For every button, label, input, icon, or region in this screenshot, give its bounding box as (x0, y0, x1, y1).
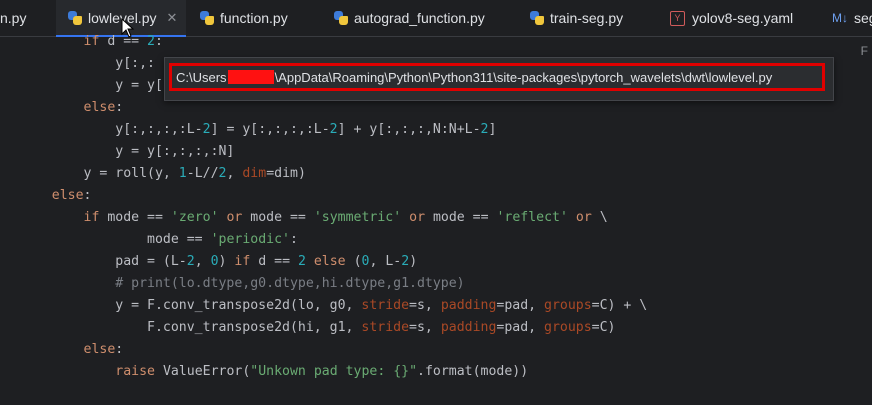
tab-autograd-function-py[interactable]: autograd_function.py (334, 0, 485, 36)
path-suffix: \AppData\Roaming\Python\Python311\site-p… (274, 69, 773, 85)
python-file-icon (334, 11, 348, 25)
tab-label: n.py (0, 10, 27, 26)
tab-label: autograd_function.py (354, 10, 485, 26)
code-line: pad = (L-2, 0) if d == 2 else (0, L-2) (20, 254, 418, 269)
code-line: F.conv_transpose2d(hi, g1, stride=s, pad… (20, 320, 616, 335)
yaml-file-icon: Y (670, 10, 685, 26)
code-line: # print(lo.dtype,g0.dtype,hi.dtype,g1.dt… (20, 276, 465, 291)
code-line: if d == 2: (20, 34, 163, 49)
tab-label: yolov8-seg.yaml (692, 10, 794, 26)
tab-yolov8-seg-yaml[interactable]: Y yolov8-seg.yaml (670, 0, 793, 36)
highlighted-file-path: C:\Users \AppData\Roaming\Python\Python3… (169, 63, 825, 91)
code-line: else: (20, 342, 124, 357)
code-line: else: (20, 188, 92, 203)
code-line: y[:,: (20, 56, 155, 71)
file-path-tooltip: C:\Users \AppData\Roaming\Python\Python3… (164, 57, 834, 101)
tab-train-seg-py[interactable]: train-seg.py (530, 0, 623, 36)
tab-label: train-seg.py (550, 10, 624, 26)
code-line: y[:,:,:,:L-2] = y[:,:,:,:L-2] + y[:,:,:,… (20, 122, 497, 137)
markdown-file-icon: M↓ (832, 11, 848, 25)
code-line: if mode == 'zero' or mode == 'symmetric'… (20, 210, 608, 225)
code-line: mode == 'periodic': (20, 232, 298, 247)
close-icon[interactable]: ✕ (166, 10, 177, 26)
code-line: y = F.conv_transpose2d(lo, g0, stride=s,… (20, 298, 648, 313)
tab-function-py[interactable]: function.py (200, 0, 288, 36)
python-file-icon (200, 11, 214, 25)
tab-seg-md[interactable]: M↓ seg (832, 0, 872, 36)
redacted-username (227, 70, 274, 84)
python-file-icon (68, 11, 82, 25)
right-gutter-label: F (860, 44, 868, 58)
python-file-icon (530, 11, 544, 25)
path-prefix: C:\Users (176, 69, 227, 85)
tab-label: seg (854, 10, 872, 26)
code-line: raise ValueError("Unkown pad type: {}".f… (20, 364, 529, 379)
code-line: y = roll(y, 1-L//2, dim=dim) (20, 166, 306, 181)
code-line: y = y[:,:,:,:N] (20, 144, 235, 159)
code-line: else: (20, 100, 124, 115)
tab-label: function.py (220, 10, 288, 26)
code-line: y = y[ (20, 78, 163, 93)
